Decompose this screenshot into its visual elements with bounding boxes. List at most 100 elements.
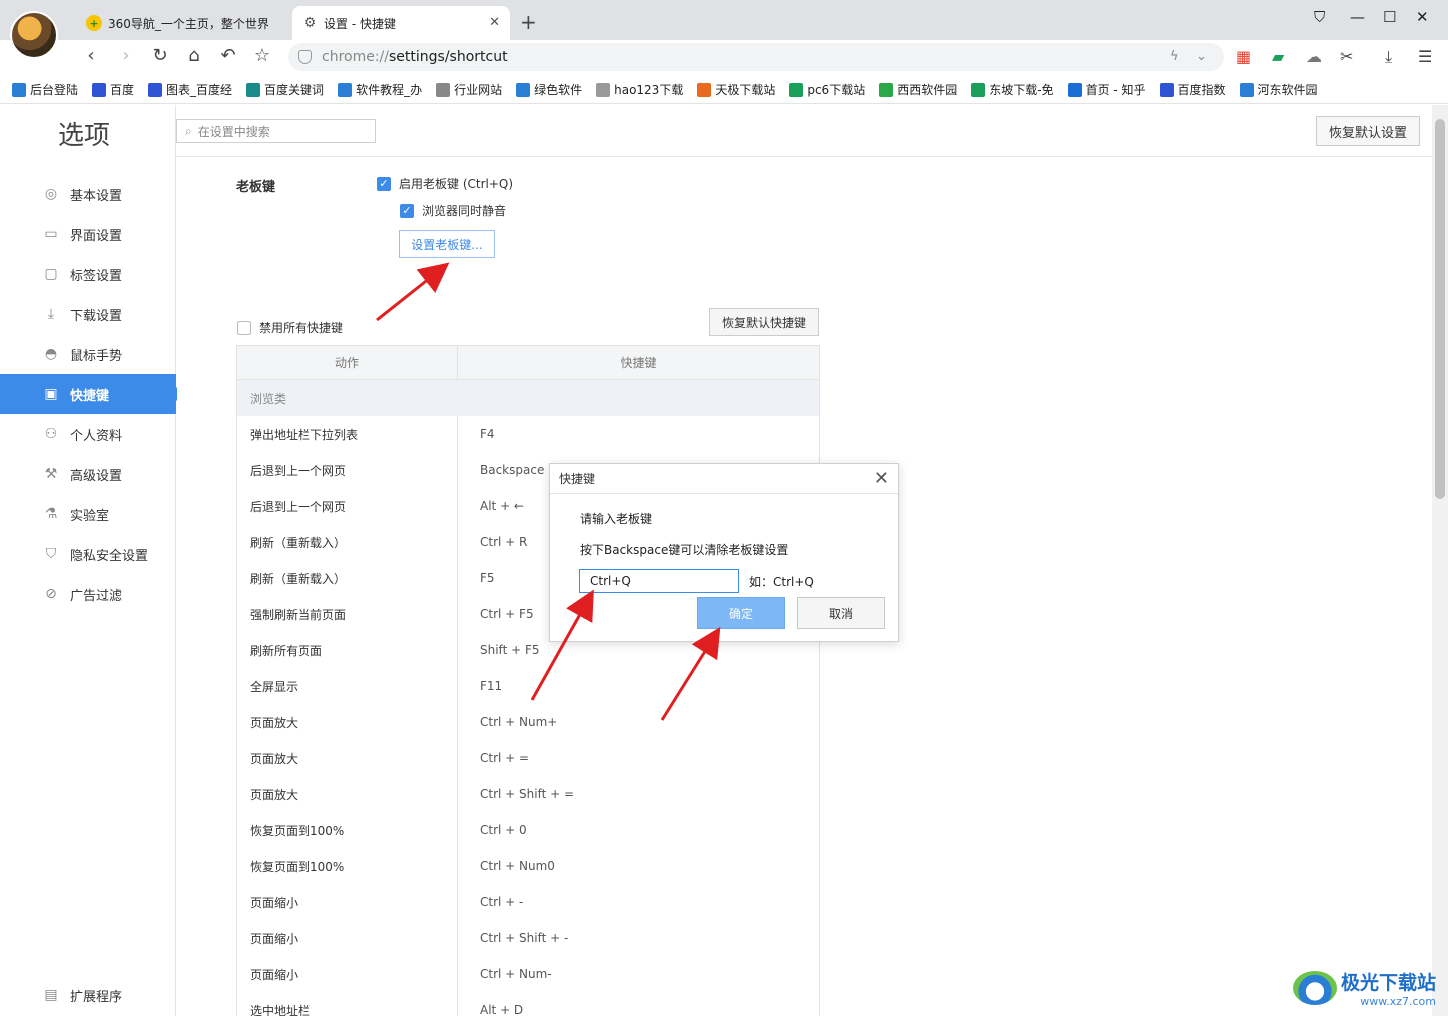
avatar[interactable] [10, 11, 58, 59]
bookmark-item[interactable]: 百度指数 [1159, 81, 1226, 98]
sidebar-item-user[interactable]: ⚇ 个人资料 [0, 414, 176, 454]
boss-key-input[interactable] [579, 569, 739, 593]
shortcut-cell[interactable]: Alt + D [458, 1003, 523, 1016]
star-icon[interactable]: ☆ [251, 45, 273, 66]
cloud-icon[interactable]: ☁ [1306, 47, 1322, 66]
restore-defaults-button[interactable]: 恢复默认设置 [1316, 116, 1420, 146]
bookmark-item[interactable]: 河东软件园 [1239, 81, 1318, 98]
table-row[interactable]: 选中地址栏 Alt + D [237, 992, 819, 1016]
close-icon[interactable]: ✕ [874, 468, 889, 489]
ok-button[interactable]: 确定 [697, 597, 785, 629]
settings-search-input[interactable]: ⌕ 在设置中搜索 [176, 119, 376, 143]
apps-grid-icon[interactable]: ▦ [1236, 47, 1251, 66]
mute-browser-checkbox[interactable]: ✓ 浏览器同时静音 [400, 202, 506, 219]
wrench-icon: ⚒ [44, 466, 58, 482]
table-row[interactable]: 全屏显示 F11 [237, 668, 819, 704]
sidebar-item-shield[interactable]: ⛉ 隐私安全设置 [0, 534, 176, 574]
bookmark-item[interactable]: hao123下载 [596, 81, 683, 98]
bookmark-item[interactable]: 绿色软件 [516, 81, 582, 98]
sidebar-item-block[interactable]: ⊘ 广告过滤 [0, 574, 176, 614]
table-row[interactable]: 页面放大 Ctrl + Num+ [237, 704, 819, 740]
scissors-icon[interactable]: ✂ [1340, 47, 1353, 66]
shortcut-cell[interactable]: Shift + F5 [458, 643, 540, 657]
bookmark-item[interactable]: 东坡下载-免 [971, 81, 1054, 98]
bookmark-item[interactable]: 首页 - 知乎 [1067, 81, 1146, 98]
shortcut-cell[interactable]: Ctrl + = [458, 751, 529, 765]
download-icon[interactable]: ⤓ [1385, 47, 1392, 67]
search-placeholder: 在设置中搜索 [197, 124, 270, 139]
bookmark-item[interactable]: 天极下载站 [697, 81, 775, 98]
url-path: settings/shortcut [389, 49, 508, 65]
table-row[interactable]: 页面缩小 Ctrl + Num- [237, 956, 819, 992]
enable-boss-key-checkbox[interactable]: ✓ 启用老板键 (Ctrl+Q) [377, 175, 513, 192]
tab-settings-shortcut[interactable]: ⚙ 设置 - 快捷键 ✕ [292, 6, 510, 40]
bookmark-item[interactable]: 西西软件园 [879, 81, 957, 98]
shortcut-cell[interactable]: F5 [458, 571, 495, 585]
sidebar-item-tab[interactable]: ▢ 标签设置 [0, 254, 176, 294]
bookmark-favicon-icon [12, 82, 26, 97]
shortcut-cell[interactable]: Ctrl + F5 [458, 607, 534, 621]
lightning-icon[interactable]: ϟ [1170, 49, 1179, 64]
bookmark-item[interactable]: pc6下载站 [789, 81, 865, 98]
action-cell: 页面缩小 [237, 956, 458, 992]
sidebar-item-flask[interactable]: ⚗ 实验室 [0, 494, 176, 534]
back-icon[interactable]: ‹ [80, 45, 102, 66]
sidebar-item-label: 基本设置 [70, 188, 123, 204]
shortcut-cell[interactable]: Ctrl + 0 [458, 823, 527, 837]
shirt-skin-icon[interactable]: ⛉ [1314, 8, 1325, 26]
bookmark-item[interactable]: 后台登陆 [12, 81, 78, 98]
bookmark-item[interactable]: 图表_百度经 [148, 81, 232, 98]
bookmark-item[interactable]: 百度关键词 [246, 81, 324, 98]
maximize-icon[interactable]: ☐ [1383, 8, 1396, 26]
reload-icon[interactable]: ↻ [149, 45, 171, 66]
table-row[interactable]: 弹出地址栏下拉列表 F4 [237, 416, 819, 452]
shortcut-cell[interactable]: Ctrl + Num0 [458, 859, 555, 873]
menu-icon[interactable]: ☰ [1418, 47, 1432, 66]
minimize-icon[interactable]: — [1350, 8, 1365, 26]
shortcut-cell[interactable]: Ctrl + - [458, 895, 523, 909]
sidebar-item-window[interactable]: ▭ 界面设置 [0, 214, 176, 254]
restore-default-shortcuts-button[interactable]: 恢复默认快捷键 [709, 308, 819, 336]
shortcut-cell[interactable]: F11 [458, 679, 502, 693]
shortcut-cell[interactable]: Ctrl + R [458, 535, 527, 549]
disable-all-shortcuts-checkbox[interactable]: 禁用所有快捷键 [237, 319, 343, 336]
table-row[interactable]: 页面缩小 Ctrl + - [237, 884, 819, 920]
sidebar-item-mouse[interactable]: ◓ 鼠标手势 [0, 334, 176, 374]
chat-icon[interactable]: ▰ [1272, 47, 1284, 66]
page-scrollbar[interactable] [1432, 105, 1448, 1016]
table-row[interactable]: 页面放大 Ctrl + Shift + = [237, 776, 819, 812]
home-icon[interactable]: ⌂ [183, 45, 205, 66]
table-row[interactable]: 页面放大 Ctrl + = [237, 740, 819, 776]
shortcut-cell[interactable]: Ctrl + Num+ [458, 715, 557, 729]
sidebar-item-download[interactable]: ⤓ 下载设置 [0, 294, 176, 334]
tab-360-nav[interactable]: + 360导航_一个主页，整个世界 [76, 6, 290, 40]
shortcut-cell[interactable]: F4 [458, 427, 495, 441]
table-row[interactable]: 恢复页面到100% Ctrl + Num0 [237, 848, 819, 884]
set-boss-key-button[interactable]: 设置老板键... [399, 230, 495, 258]
forward-icon[interactable]: › [115, 45, 137, 66]
sidebar-item-keyboard[interactable]: ▣ 快捷键 [0, 374, 184, 414]
undo-icon[interactable]: ↶ [217, 45, 239, 66]
shortcut-cell[interactable]: Backspace [458, 463, 544, 477]
address-bar[interactable]: chrome://settings/shortcut [288, 43, 1224, 71]
shortcut-cell[interactable]: Alt + ← [458, 499, 524, 513]
bookmark-item[interactable]: 软件教程_办 [338, 81, 422, 98]
sidebar-item-wrench[interactable]: ⚒ 高级设置 [0, 454, 176, 494]
close-window-icon[interactable]: ✕ [1416, 8, 1429, 26]
sidebar-item-settings[interactable]: ◎ 基本设置 [0, 174, 176, 214]
shortcut-cell[interactable]: Ctrl + Shift + = [458, 787, 574, 801]
bookmark-label: 河东软件园 [1257, 83, 1318, 97]
scroll-thumb[interactable] [1435, 119, 1445, 499]
new-tab-icon[interactable]: + [520, 10, 537, 34]
chevron-down-icon[interactable]: ⌄ [1196, 49, 1207, 64]
puzzle-icon: ▤ [44, 987, 58, 1003]
bookmark-item[interactable]: 百度 [92, 81, 134, 98]
table-row[interactable]: 页面缩小 Ctrl + Shift + - [237, 920, 819, 956]
shortcut-cell[interactable]: Ctrl + Shift + - [458, 931, 568, 945]
cancel-button[interactable]: 取消 [797, 597, 885, 629]
shortcut-cell[interactable]: Ctrl + Num- [458, 967, 552, 981]
sidebar-item-extensions[interactable]: ▤ 扩展程序 [0, 975, 176, 1015]
table-row[interactable]: 恢复页面到100% Ctrl + 0 [237, 812, 819, 848]
close-tab-icon[interactable]: ✕ [489, 15, 500, 30]
bookmark-item[interactable]: 行业网站 [436, 81, 502, 98]
